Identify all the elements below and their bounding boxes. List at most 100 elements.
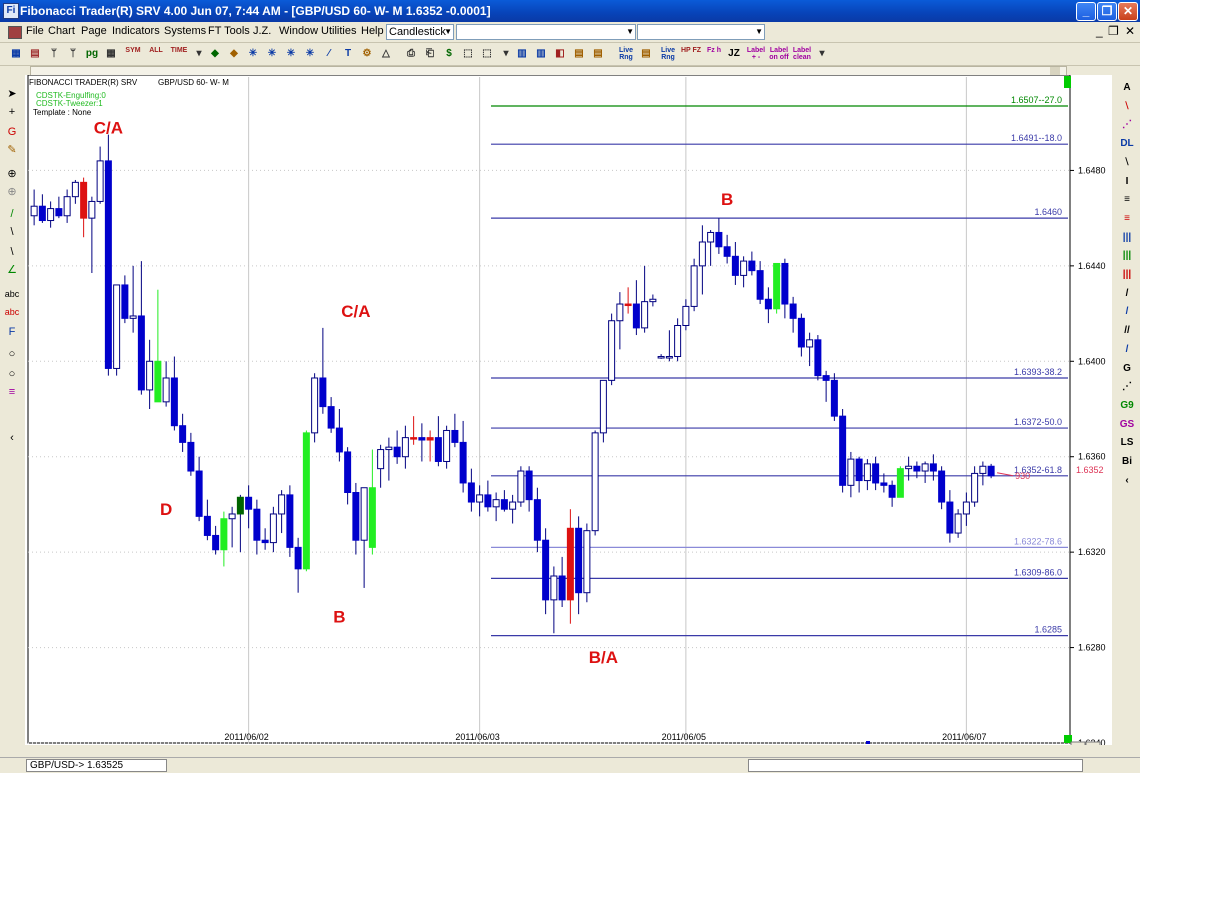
toolbar-button-7[interactable]: SYM (122, 46, 144, 63)
toolbar-button-12[interactable]: ◆ (226, 46, 242, 62)
left-tool-13[interactable]: F (3, 324, 21, 340)
interval-select[interactable]: ▼ (637, 24, 765, 40)
right-tool-17[interactable]: ⋰ (1117, 379, 1137, 395)
toolbar-button-37[interactable]: JZ (726, 46, 742, 62)
menu-chart[interactable]: Chart (48, 25, 75, 37)
right-tool-15[interactable]: / (1117, 342, 1137, 358)
toolbar-button-14[interactable]: ✳ (264, 46, 280, 62)
toolbar-button-10[interactable]: ▾ (191, 46, 207, 62)
toolbar-button-28[interactable]: ▥ (533, 46, 549, 62)
menu-file[interactable]: File (26, 25, 44, 37)
toolbar-button-16[interactable]: ✳ (302, 46, 318, 62)
mdi-close-button[interactable]: ✕ (1125, 24, 1135, 38)
toolbar-button-13[interactable]: ✳ (245, 46, 261, 62)
left-tool-14[interactable]: ○ (3, 346, 21, 362)
toolbar-button-40[interactable]: Label clean (791, 46, 813, 63)
left-tool-12[interactable]: abc (3, 304, 21, 320)
left-tool-4[interactable]: ✎ (3, 142, 21, 158)
toolbar-button-22[interactable]: ⎗ (422, 46, 438, 62)
toolbar-button-20[interactable]: △ (378, 46, 394, 62)
right-tool-18[interactable]: G9 (1117, 398, 1137, 414)
right-tool-5[interactable]: ⧵ (1117, 155, 1137, 171)
menu-page[interactable]: Page (81, 25, 107, 37)
chart-type-select[interactable]: Candlestick ▼ (386, 24, 454, 40)
right-tool-22[interactable]: ‹ (1117, 473, 1137, 489)
toolbar-button-38[interactable]: Label + - (745, 46, 767, 63)
top-right-marker[interactable] (1064, 76, 1071, 88)
price-chart[interactable]: 1.6507--27.0 1.6491--18.0 1.6460 1.6393-38.… (25, 75, 1112, 745)
right-tool-10[interactable]: ||| (1117, 248, 1137, 264)
menu-jz[interactable]: J.Z. (253, 25, 271, 37)
toolbar-button-9[interactable]: TIME (168, 46, 190, 63)
toolbar-button-27[interactable]: ▥ (514, 46, 530, 62)
toolbar-button-32[interactable]: Live Rng (615, 46, 637, 63)
left-tool-10[interactable]: ∠ (3, 262, 21, 278)
toolbar-button-6[interactable]: ▦ (103, 46, 119, 62)
left-tool-6[interactable]: ⊕ (3, 184, 21, 200)
toolbar-button-8[interactable]: ALL (145, 46, 167, 63)
right-tool-19[interactable]: GS (1117, 417, 1137, 433)
menu-ft-tools[interactable]: FT Tools (208, 25, 250, 37)
left-tool-5[interactable]: ⊕ (3, 166, 21, 182)
toolbar-button-41[interactable]: ▾ (814, 46, 830, 62)
right-tool-1[interactable]: A (1117, 80, 1137, 96)
right-tool-21[interactable]: Bi (1117, 454, 1137, 470)
menu-indicators[interactable]: Indicators (112, 25, 160, 37)
toolbar-button-25[interactable]: ⬚ (479, 46, 495, 62)
right-tool-20[interactable]: LS (1117, 435, 1137, 451)
toolbar-button-19[interactable]: ⚙ (359, 46, 375, 62)
minimize-button[interactable]: _ (1076, 2, 1096, 21)
right-tool-3[interactable]: ⋰ (1117, 117, 1137, 133)
toolbar-button-30[interactable]: ▤ (571, 46, 587, 62)
toolbar-button-33[interactable]: ▤ (638, 46, 654, 62)
right-tool-6[interactable]: I (1117, 174, 1137, 190)
menu-utilities[interactable]: Utilities (321, 25, 356, 37)
toolbar-button-11[interactable]: ◆ (207, 46, 223, 62)
left-tool-1[interactable]: ➤ (3, 86, 21, 102)
document-icon[interactable] (8, 26, 22, 39)
toolbar-button-17[interactable]: ⁄ (321, 46, 337, 62)
right-tool-2[interactable]: ⧵ (1117, 99, 1137, 115)
toolbar-button-18[interactable]: T (340, 46, 356, 62)
menu-window[interactable]: Window (279, 25, 318, 37)
toolbar-button-5[interactable]: pg (84, 46, 100, 62)
toolbar-button-3[interactable]: ᛘ (46, 46, 62, 62)
right-tool-11[interactable]: ||| (1117, 267, 1137, 283)
right-tool-4[interactable]: DL (1117, 136, 1137, 152)
mdi-minimize-button[interactable]: _ (1096, 24, 1103, 38)
left-tool-17[interactable]: ‹ (3, 430, 21, 446)
toolbar-button-23[interactable]: $ (441, 46, 457, 62)
toolbar-button-1[interactable]: ▦ (8, 46, 24, 62)
toolbar-button-36[interactable]: Fz h (703, 46, 725, 63)
right-tool-8[interactable]: ≡ (1117, 211, 1137, 227)
toolbar-button-24[interactable]: ⬚ (460, 46, 476, 62)
right-tool-7[interactable]: ≡ (1117, 192, 1137, 208)
title-bar[interactable]: Fi Fibonacci Trader(R) SRV 4.00 Jun 07, … (0, 0, 1140, 22)
toolbar-button-2[interactable]: ▤ (27, 46, 43, 62)
toolbar-button-35[interactable]: HP FZ (680, 46, 702, 63)
left-tool-15[interactable]: ○ (3, 366, 21, 382)
toolbar-button-34[interactable]: Live Rng (657, 46, 679, 63)
right-tool-13[interactable]: / (1117, 304, 1137, 320)
right-tool-16[interactable]: G (1117, 361, 1137, 377)
left-tool-8[interactable]: \ (3, 224, 21, 240)
left-tool-9[interactable]: \ (3, 244, 21, 260)
toolbar-button-15[interactable]: ✳ (283, 46, 299, 62)
close-button[interactable]: ✕ (1118, 2, 1138, 21)
left-tool-2[interactable]: + (3, 104, 21, 120)
toolbar-button-26[interactable]: ▾ (498, 46, 514, 62)
maximize-button[interactable]: ❐ (1097, 2, 1117, 21)
right-tool-9[interactable]: ||| (1117, 230, 1137, 246)
toolbar-button-4[interactable]: ᛘ (65, 46, 81, 62)
left-tool-3[interactable]: G (3, 124, 21, 140)
scrollbar-thumb[interactable] (1050, 67, 1060, 75)
toolbar-button-31[interactable]: ▤ (590, 46, 606, 62)
right-tool-14[interactable]: // (1117, 323, 1137, 339)
left-tool-11[interactable]: abc (3, 286, 21, 302)
symbol-select[interactable]: ▼ (456, 24, 636, 40)
left-tool-7[interactable]: / (3, 206, 21, 222)
toolbar-button-39[interactable]: Label on off (768, 46, 790, 63)
chart-area[interactable]: 1.6507--27.0 1.6491--18.0 1.6460 1.6393-38.… (25, 75, 1112, 745)
toolbar-button-29[interactable]: ◧ (552, 46, 568, 62)
menu-help[interactable]: Help (361, 25, 384, 37)
